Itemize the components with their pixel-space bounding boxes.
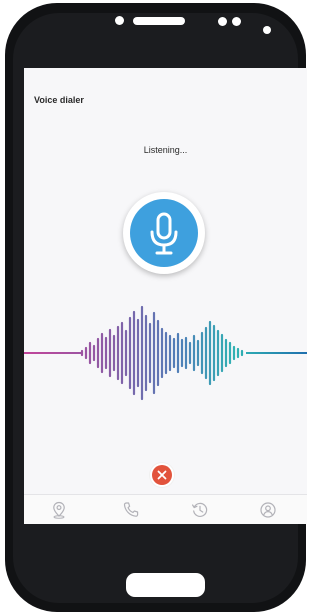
page-title: Voice dialer: [34, 95, 84, 105]
listening-status: Listening...: [143, 145, 188, 155]
history-icon: [191, 502, 208, 517]
cancel-button-fill: [152, 465, 172, 485]
nav-item-location[interactable]: [44, 498, 74, 522]
location-pin-icon: [53, 501, 65, 519]
microphone-button[interactable]: [123, 192, 205, 274]
camera-dot: [263, 26, 271, 34]
cancel-button[interactable]: [150, 463, 174, 487]
sensor-dot: [232, 17, 241, 26]
voice-waveform: [24, 305, 307, 401]
phone-icon: [123, 502, 139, 517]
app-screen: Voice dialer Listening...: [24, 68, 307, 524]
microphone-icon: [150, 212, 178, 255]
sensor-dot: [218, 17, 227, 26]
nav-item-phone[interactable]: [116, 498, 146, 522]
user-icon: [260, 502, 276, 518]
bottom-nav: [24, 494, 307, 524]
close-icon: [157, 470, 167, 480]
home-button[interactable]: [126, 573, 205, 597]
microphone-button-fill: [130, 199, 198, 267]
nav-item-profile[interactable]: [253, 498, 283, 522]
nav-item-history[interactable]: [185, 498, 215, 522]
front-camera-dot: [115, 16, 124, 25]
earpiece-speaker: [133, 17, 185, 25]
